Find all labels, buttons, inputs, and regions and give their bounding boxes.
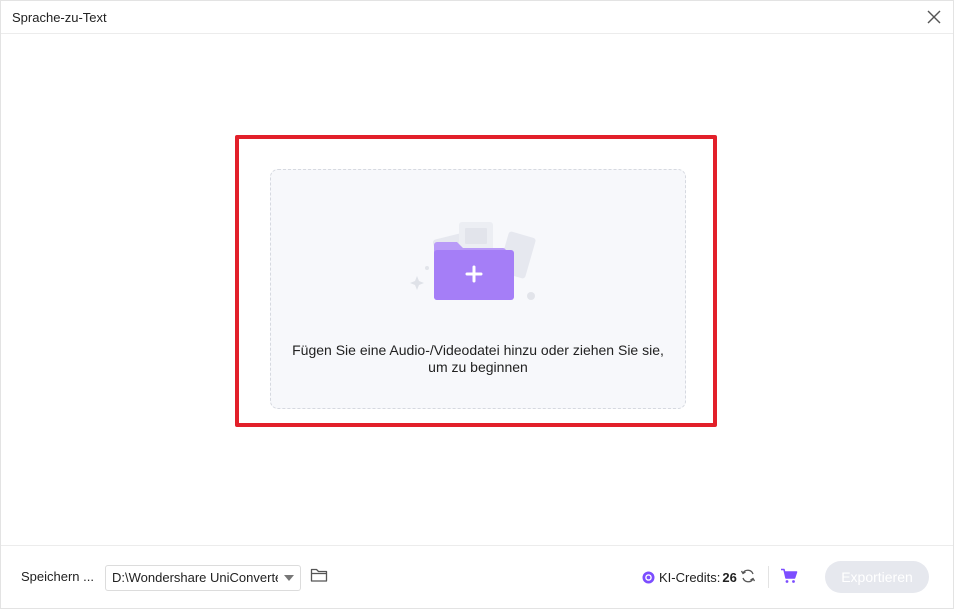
export-button[interactable]: Exportieren (825, 561, 929, 593)
save-path-value: D:\Wondershare UniConverte (112, 570, 278, 585)
file-drop-zone[interactable]: Fügen Sie eine Audio-/Videodatei hinzu o… (270, 169, 686, 409)
open-folder-button[interactable] (310, 567, 328, 588)
chevron-down-icon (284, 575, 294, 581)
close-button[interactable] (923, 6, 945, 28)
cart-button[interactable] (780, 568, 798, 589)
add-folder-icon (410, 222, 536, 300)
save-path-dropdown[interactable]: D:\Wondershare UniConverte (105, 565, 301, 591)
refresh-icon (740, 569, 756, 583)
folder-icon (310, 568, 328, 582)
window-title: Sprache-zu-Text (12, 10, 107, 25)
footer-divider (768, 566, 769, 588)
ai-credits: KI-Credits: 26 (642, 569, 737, 585)
credits-icon (642, 571, 655, 583)
close-icon (927, 10, 941, 24)
drop-zone-message: Fügen Sie eine Audio-/Videodatei hinzu o… (292, 342, 664, 375)
credits-count: 26 (722, 569, 737, 585)
speech-to-text-window: Sprache-zu-Text Fügen Sie eine Audio-/Vi… (0, 0, 954, 609)
save-location-label: Speichern ... (21, 569, 94, 584)
footer-bar: Speichern ... D:\Wondershare UniConverte… (1, 545, 953, 608)
refresh-credits-button[interactable] (740, 568, 756, 589)
cart-icon (781, 568, 798, 583)
title-bar: Sprache-zu-Text (1, 1, 953, 34)
credits-label: KI-Credits: (659, 569, 721, 585)
